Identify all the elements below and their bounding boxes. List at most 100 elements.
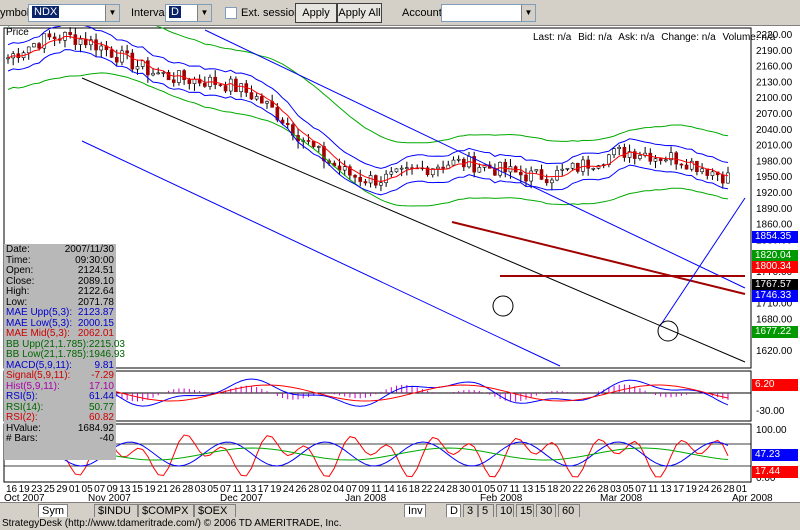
candle-body <box>109 49 114 58</box>
data-window-row: # Bars: -40 <box>6 433 114 445</box>
x-axis-day-label: 02 <box>320 484 332 495</box>
x-axis-day-label: 26 <box>169 484 181 495</box>
data-window-value: 60.82 <box>88 412 114 423</box>
candle-body <box>638 155 642 159</box>
rsi-value-tag: 17.44 <box>752 466 798 478</box>
tab-oex[interactable]: $OEX <box>194 504 236 518</box>
candle-body <box>612 148 616 156</box>
candle-body <box>519 171 523 176</box>
x-axis-day-label: 03 <box>194 484 206 495</box>
candle-body <box>617 146 622 149</box>
price-axis-label: 1890.00 <box>756 204 793 215</box>
chevron-down-icon[interactable]: ▼ <box>521 5 535 21</box>
data-window-value: 2124.51 <box>77 265 114 276</box>
chart-area[interactable]: 2220.00 2190.00 2160.00 2130.00 2100.00 2070.… <box>0 26 800 493</box>
tab-60[interactable]: 60 <box>558 504 580 518</box>
interval-value: D <box>169 6 181 18</box>
macd-axis-label: -30.00 <box>756 406 785 417</box>
candle-body <box>161 72 166 74</box>
ext-session-checkbox[interactable] <box>225 7 237 19</box>
quote-bar: Last: n/a Bid: n/a Ask: n/a Change: n/a … <box>533 32 779 44</box>
data-window-label: RSI(5): <box>6 391 38 402</box>
trend-line <box>81 140 561 367</box>
tab-compx[interactable]: $COMPX <box>138 504 194 518</box>
candle-body <box>679 163 684 166</box>
x-axis-day-label: 28 <box>182 484 194 495</box>
tab-indu[interactable]: $INDU <box>94 504 138 518</box>
candle-body <box>451 159 456 166</box>
candle-body <box>26 46 31 54</box>
tab-sym[interactable]: Sym <box>38 504 68 518</box>
chevron-down-icon[interactable]: ▼ <box>105 5 119 21</box>
candle-body <box>285 123 290 125</box>
candle-body <box>37 43 41 49</box>
data-window-row: Signal(5,9,11): -7.29 <box>6 370 114 382</box>
candle-body <box>674 152 679 165</box>
indicator-line <box>7 49 729 196</box>
candle-body <box>379 182 383 186</box>
data-window-value: -7.29 <box>91 370 114 381</box>
status-bar: StrategyDesk (http://www.tdameritrade.co… <box>0 517 800 530</box>
tab-10[interactable]: 10 <box>496 504 514 518</box>
candle-body <box>311 140 316 147</box>
tab-15[interactable]: 15 <box>516 504 534 518</box>
candle-body <box>353 174 357 178</box>
x-axis-day-label: 18 <box>547 484 559 495</box>
quote-volume: Volume: n/a <box>722 32 776 43</box>
candle-body <box>316 146 321 148</box>
tab-d[interactable]: D <box>446 504 461 518</box>
x-axis-day-label: 16 <box>396 484 408 495</box>
price-axis-label: 2130.00 <box>756 77 793 88</box>
candle-body <box>47 33 52 38</box>
candle-body <box>171 79 176 83</box>
tab-5[interactable]: 5 <box>478 504 494 518</box>
x-axis-day-label: 13 <box>522 484 534 495</box>
x-axis-day-label: 19 <box>270 484 282 495</box>
candle-body <box>265 101 269 104</box>
tab-inv[interactable]: Inv <box>404 504 426 518</box>
trend-line <box>81 77 746 363</box>
quote-bid: Bid: n/a <box>578 32 613 43</box>
symbol-combo[interactable]: NDX ▼ <box>28 4 120 22</box>
apply-all-button[interactable]: Apply All <box>337 3 382 23</box>
candle-body <box>503 161 508 173</box>
candle-body <box>399 167 404 170</box>
toolbar: ymbol: NDX ▼ Interval: D ▼ Ext. session … <box>0 0 800 26</box>
highlight-circle <box>492 295 514 317</box>
candle-body <box>239 83 243 92</box>
interval-combo[interactable]: D ▼ <box>165 4 212 22</box>
candle-body <box>83 38 88 46</box>
chevron-down-icon[interactable]: ▼ <box>197 5 211 21</box>
candle-body <box>498 161 502 176</box>
candle-body <box>120 50 124 63</box>
candle-body <box>570 162 575 169</box>
x-axis-day-label: 04 <box>333 484 345 495</box>
candle-body <box>529 170 533 182</box>
candle-body <box>648 152 653 162</box>
rsi-axis-label: 100.00 <box>756 425 787 436</box>
candle-body <box>575 162 580 172</box>
price-axis-label: 2010.00 <box>756 141 793 152</box>
price-axis-label: 2040.00 <box>756 125 793 136</box>
data-window-value: 2123.87 <box>77 307 114 318</box>
quote-change: Change: n/a <box>661 32 716 43</box>
candle-body <box>192 78 197 84</box>
account-combo[interactable]: ▼ <box>441 4 536 22</box>
candle-body <box>586 159 590 169</box>
candle-body <box>135 66 140 70</box>
data-window-row: Date: 2007/11/30 <box>6 244 114 256</box>
price-axis-label: 1980.00 <box>756 156 793 167</box>
price-axis-label: 2070.00 <box>756 109 793 120</box>
chart-canvas[interactable]: 2220.002190.002160.002130.002100.002070.… <box>0 26 800 493</box>
candle-body <box>710 171 715 176</box>
data-window-row: Open: 2124.51 <box>6 265 114 277</box>
candle-body <box>213 76 217 85</box>
x-axis-day-label: 15 <box>131 484 143 495</box>
tab-3[interactable]: 3 <box>463 504 478 518</box>
candle-body <box>187 79 192 84</box>
tab-30[interactable]: 30 <box>536 504 556 518</box>
candle-body <box>591 167 596 170</box>
data-window-row: RSI(2): 60.82 <box>6 412 114 424</box>
apply-button[interactable]: Apply <box>295 3 337 23</box>
candle-body <box>726 172 730 184</box>
